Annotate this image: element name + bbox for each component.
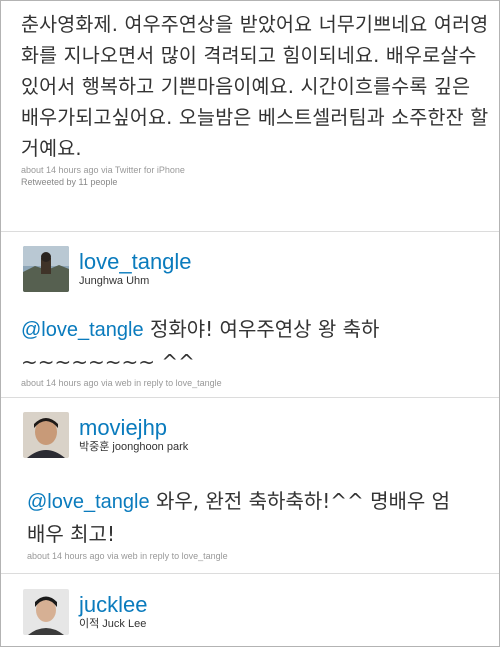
avatar-photo-icon — [23, 589, 69, 635]
avatar[interactable] — [23, 246, 69, 292]
real-name: 박중훈 joonghoon park — [79, 441, 189, 453]
reply-tweet: @love_tangle 와우, 완전 축하축하!^^ 명배우 엄배우 최고! — [27, 485, 467, 550]
screen-name[interactable]: jucklee — [79, 593, 147, 617]
real-name: 이적 Juck Lee — [79, 618, 147, 630]
reply-tweet: @love_tangle 정화야! 여우주연상 왕 축하 ~~~~~~~~ ^^ — [21, 313, 489, 378]
divider — [1, 397, 499, 398]
retweet-count[interactable]: Retweeted by 11 people — [21, 176, 491, 188]
mention-link[interactable]: @love_tangle — [21, 319, 144, 341]
user-jucklee[interactable]: jucklee 이적 Juck Lee — [23, 589, 147, 635]
first-tweet-text: 춘사영화제. 여우주연상을 받았어요 너무기쁘네요 여러영화를 지나오면서 많이… — [21, 13, 489, 160]
reply-meta[interactable]: about 14 hours ago via web in reply to l… — [27, 550, 228, 562]
screen-name[interactable]: love_tangle — [79, 250, 192, 274]
user-love-tangle[interactable]: love_tangle Junghwa Uhm — [23, 246, 192, 292]
avatar-photo-icon — [23, 246, 69, 292]
avatar[interactable] — [23, 589, 69, 635]
avatar-photo-icon — [23, 412, 69, 458]
screen-name[interactable]: moviejhp — [79, 416, 188, 440]
divider — [1, 231, 499, 232]
user-moviejhp[interactable]: moviejhp 박중훈 joonghoon park — [23, 412, 188, 458]
reply-meta[interactable]: about 14 hours ago via web in reply to l… — [21, 377, 222, 389]
mention-link[interactable]: @love_tangle — [27, 491, 150, 513]
tweet-thread: 춘사영화제. 여우주연상을 받았어요 너무기쁘네요 여러영화를 지나오면서 많이… — [0, 0, 500, 647]
first-tweet-meta[interactable]: about 14 hours ago via Twitter for iPhon… — [21, 164, 491, 176]
avatar[interactable] — [23, 412, 69, 458]
divider — [1, 573, 499, 574]
first-tweet: 춘사영화제. 여우주연상을 받았어요 너무기쁘네요 여러영화를 지나오면서 많이… — [21, 9, 491, 188]
real-name: Junghwa Uhm — [79, 275, 150, 287]
